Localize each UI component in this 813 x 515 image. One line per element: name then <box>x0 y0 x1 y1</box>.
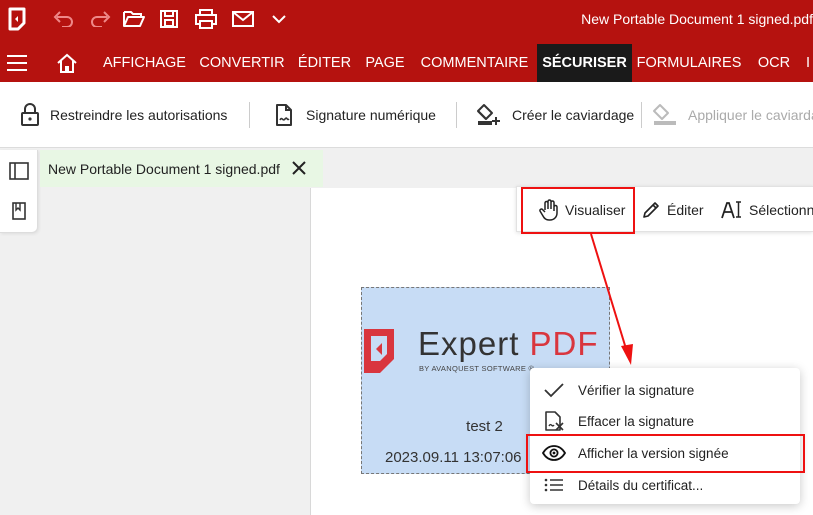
document-tab[interactable]: New Portable Document 1 signed.pdf <box>40 150 323 187</box>
menu-item-label: Effacer la signature <box>578 413 695 429</box>
quick-access-toolbar <box>0 0 300 38</box>
menu-item-label: Vérifier la signature <box>578 382 695 398</box>
menu-item-label: Détails du certificat... <box>578 477 704 493</box>
tab-formulaires[interactable]: FORMULAIRES <box>632 44 746 82</box>
toolbar-divider <box>641 102 642 128</box>
print-icon[interactable] <box>184 0 228 38</box>
side-panel <box>0 150 38 233</box>
clear-signature-icon <box>542 409 566 433</box>
digital-signature-label: Signature numérique <box>306 107 436 123</box>
signature-date: 2023.09.11 13:07:06 <box>385 449 522 466</box>
apply-redaction-label: Appliquer le caviardage <box>688 107 813 123</box>
home-icon[interactable] <box>56 52 78 74</box>
tab-securiser[interactable]: SÉCURISER <box>537 44 632 82</box>
brand-expert: Expert <box>418 325 520 362</box>
lock-icon <box>21 103 39 126</box>
restrict-permissions-button[interactable]: Restreindre les autorisations <box>20 82 227 148</box>
annotation-highlight-menu-item <box>526 434 805 473</box>
select-mode-label: Sélectionner <box>749 202 813 218</box>
tab-page[interactable]: PAGE <box>358 44 412 82</box>
select-mode-button[interactable]: Sélectionner <box>721 187 813 233</box>
ribbon-tabs: AFFICHAGE CONVERTIR ÉDITER PAGE COMMENTA… <box>0 44 813 82</box>
tab-affichage[interactable]: AFFICHAGE <box>96 44 193 82</box>
app-logo-icon[interactable] <box>0 0 34 38</box>
signer-name-text: test 2 <box>466 418 503 435</box>
edit-mode-button[interactable]: Éditer <box>641 187 704 233</box>
tab-overflow[interactable]: I <box>806 44 813 82</box>
title-bar: New Portable Document 1 signed.pdf <box>0 0 813 38</box>
menu-item-clear-signature[interactable]: Effacer la signature <box>530 405 800 437</box>
menu-item-verify-signature[interactable]: Vérifier la signature <box>530 374 800 406</box>
digital-signature-icon <box>276 104 292 126</box>
save-icon[interactable] <box>154 0 184 38</box>
apply-redaction-icon <box>653 104 676 125</box>
annotation-highlight-view-button <box>521 187 635 234</box>
restrict-permissions-label: Restreindre les autorisations <box>50 107 228 123</box>
apply-redaction-button[interactable]: Appliquer le caviardage <box>652 82 813 148</box>
expert-pdf-logo-icon <box>364 329 394 373</box>
window-title: New Portable Document 1 signed.pdf <box>581 11 813 27</box>
list-icon <box>542 473 566 497</box>
redo-icon[interactable] <box>86 0 114 38</box>
securiser-toolbar: Restreindre les autorisations Signature … <box>0 82 813 148</box>
pencil-icon <box>643 202 659 218</box>
document-tab-label: New Portable Document 1 signed.pdf <box>48 160 280 177</box>
toolbar-divider <box>249 102 250 128</box>
menu-item-certificate-details[interactable]: Détails du certificat... <box>530 469 800 501</box>
panel-toggle-icon[interactable] <box>9 162 29 182</box>
create-redaction-icon <box>477 104 500 125</box>
undo-icon[interactable] <box>42 0 86 38</box>
tab-convertir[interactable]: CONVERTIR <box>194 44 290 82</box>
hamburger-menu-icon[interactable] <box>7 55 27 71</box>
tab-commentaire[interactable]: COMMENTAIRE <box>413 44 536 82</box>
chevron-down-icon[interactable] <box>258 0 300 38</box>
edit-mode-label: Éditer <box>667 202 704 218</box>
ribbon-band <box>0 38 813 44</box>
create-redaction-button[interactable]: Créer le caviardage <box>476 82 634 148</box>
tab-editer[interactable]: ÉDITER <box>291 44 358 82</box>
tab-ocr[interactable]: OCR <box>748 44 800 82</box>
toolbar-divider <box>456 102 457 128</box>
close-icon[interactable] <box>290 159 308 177</box>
create-redaction-label: Créer le caviardage <box>512 107 635 123</box>
mail-icon[interactable] <box>228 0 258 38</box>
brand-by-line: BY AVANQUEST SOFTWARE ® <box>419 364 535 373</box>
brand-pdf: PDF <box>529 325 599 362</box>
text-select-icon <box>721 201 741 219</box>
digital-signature-button[interactable]: Signature numérique <box>274 82 436 148</box>
check-icon <box>542 378 566 402</box>
bookmark-icon[interactable] <box>9 201 29 221</box>
open-folder-icon[interactable] <box>114 0 154 38</box>
brand-name: Expert PDF <box>418 324 599 364</box>
